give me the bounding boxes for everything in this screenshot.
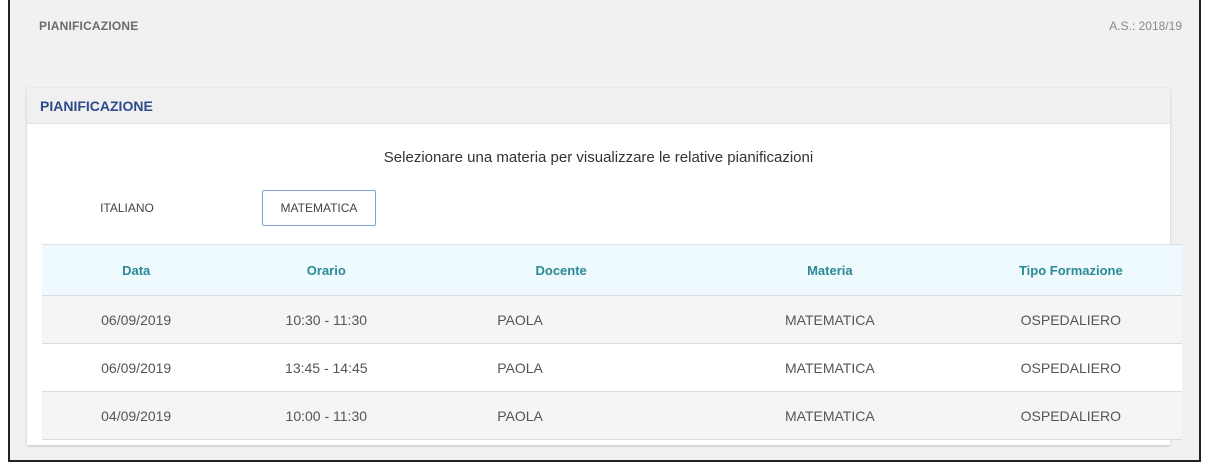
card-header: PIANIFICAZIONE [27,88,1170,124]
cell-tipo-formazione: OSPEDALIERO [959,391,1182,440]
column-header-tipo-formazione[interactable]: Tipo Formazione [959,244,1182,296]
app-frame: PIANIFICAZIONE A.S.: 2018/19 PIANIFICAZI… [8,0,1201,462]
table-header-row: Data Orario Docente Materia Tipo Formazi… [42,244,1182,296]
cell-docente: PAOLA [422,391,701,440]
cell-materia: MATEMATICA [700,391,960,440]
subject-button-matematica[interactable]: MATEMATICA [262,190,376,226]
card-title: PIANIFICAZIONE [40,98,153,114]
cell-orario: 10:30 - 11:30 [230,295,423,344]
table-row[interactable]: 06/09/2019 10:30 - 11:30 PAOLA MATEMATIC… [42,295,1182,344]
column-header-materia[interactable]: Materia [700,244,960,296]
page-title: PIANIFICAZIONE [39,19,139,33]
cell-docente: PAOLA [422,295,701,344]
table-row[interactable]: 04/09/2019 10:00 - 11:30 PAOLA MATEMATIC… [42,391,1182,440]
cell-data: 04/09/2019 [42,391,231,440]
column-header-orario[interactable]: Orario [230,244,423,296]
cell-tipo-formazione: OSPEDALIERO [959,343,1182,392]
cell-data: 06/09/2019 [42,343,231,392]
instruction-text: Selezionare una materia per visualizzare… [383,149,814,166]
top-bar: PIANIFICAZIONE A.S.: 2018/19 [10,0,1199,40]
planning-card: PIANIFICAZIONE Selezionare una materia p… [27,88,1182,445]
cell-tipo-formazione: OSPEDALIERO [959,295,1182,344]
cell-materia: MATEMATICA [700,295,960,344]
cell-materia: MATEMATICA [700,343,960,392]
column-header-data[interactable]: Data [42,244,231,296]
column-header-docente[interactable]: Docente [422,244,701,296]
school-year-label: A.S.: 2018/19 [1109,19,1182,33]
planning-table: Data Orario Docente Materia Tipo Formazi… [42,244,1182,440]
cell-orario: 10:00 - 11:30 [230,391,423,440]
subject-button-italiano[interactable]: ITALIANO [82,190,172,226]
cell-orario: 13:45 - 14:45 [230,343,423,392]
table-row[interactable]: 06/09/2019 13:45 - 14:45 PAOLA MATEMATIC… [42,343,1182,392]
cell-docente: PAOLA [422,343,701,392]
cell-data: 06/09/2019 [42,295,231,344]
